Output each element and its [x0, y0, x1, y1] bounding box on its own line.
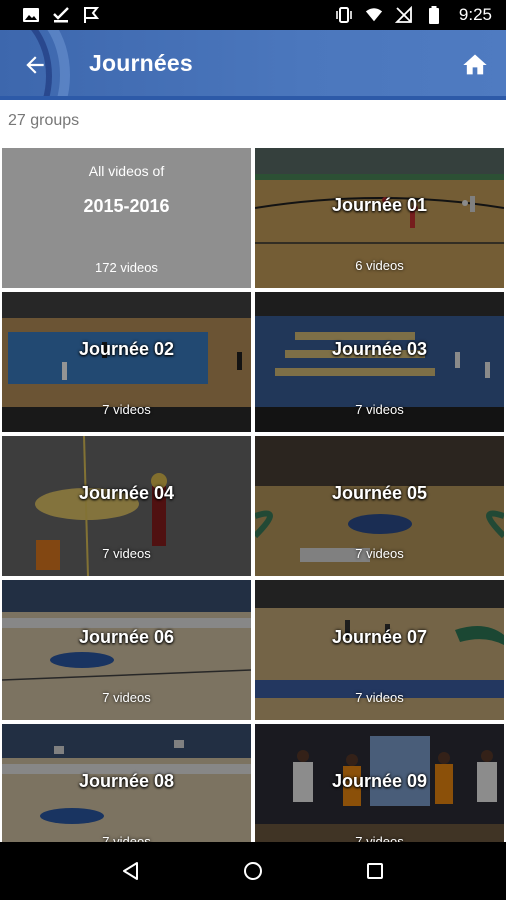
page-title: Journées [89, 50, 193, 76]
group-count-label: 7 videos [355, 546, 404, 561]
system-nav-bar [0, 842, 506, 900]
arrow-left-icon [26, 56, 44, 74]
all-videos-prefix: All videos of [88, 163, 165, 179]
group-count-label: 7 videos [355, 402, 404, 417]
check-download-icon [52, 6, 70, 24]
no-signal-icon [394, 6, 413, 24]
back-button[interactable] [20, 50, 50, 80]
nav-home-button[interactable] [233, 851, 273, 891]
group-tile[interactable]: Journée 02 7 videos [2, 292, 251, 432]
group-title: Journée 04 [78, 483, 175, 503]
all-videos-season: 2015-2016 [83, 196, 170, 216]
group-title: Journée 02 [78, 339, 175, 359]
group-count-label: 7 videos [102, 690, 151, 705]
group-tile[interactable]: Journée 04 7 videos [2, 436, 251, 576]
nav-back-button[interactable] [111, 851, 151, 891]
vibrate-icon [335, 6, 353, 24]
group-title: Journée 09 [331, 771, 428, 791]
group-title: Journée 06 [78, 627, 175, 647]
group-tile[interactable]: Journée 09 7 videos [255, 724, 504, 842]
group-title: Journée 07 [331, 627, 428, 647]
wifi-icon [365, 6, 383, 24]
battery-icon [425, 6, 443, 24]
nav-recents-icon [367, 863, 383, 879]
group-tile[interactable]: Journée 05 7 videos [255, 436, 504, 576]
group-title: Journée 01 [331, 195, 428, 215]
app-bar: Journées [0, 30, 506, 100]
groups-grid[interactable]: All videos of 2015-2016 172 videos Journ… [2, 148, 504, 842]
flag-icon [82, 6, 100, 24]
group-tile[interactable]: Journée 08 7 videos [2, 724, 251, 842]
group-title: Journée 08 [78, 771, 175, 791]
group-count-label: 7 videos [102, 546, 151, 561]
group-tile[interactable]: Journée 03 7 videos [255, 292, 504, 432]
group-count-label: 6 videos [355, 258, 404, 273]
group-count-label: 7 videos [102, 402, 151, 417]
status-bar: 9:25 [0, 0, 506, 30]
group-tile[interactable]: Journée 07 7 videos [255, 580, 504, 720]
group-count-label: 7 videos [355, 690, 404, 705]
app-bar-accent [0, 96, 506, 100]
group-count-label: 7 videos [102, 834, 151, 842]
all-videos-tile[interactable]: All videos of 2015-2016 172 videos [2, 148, 251, 288]
image-icon [22, 6, 40, 24]
all-videos-count: 172 videos [95, 260, 158, 275]
group-tile[interactable]: Journée 06 7 videos [2, 580, 251, 720]
home-icon [463, 54, 487, 75]
nav-home-icon [244, 862, 262, 880]
group-title: Journée 05 [331, 483, 428, 503]
group-count: 27 groups [8, 112, 80, 129]
status-time: 9:25 [458, 5, 492, 24]
group-title: Journée 03 [331, 339, 428, 359]
home-button[interactable] [460, 50, 490, 80]
group-count-label: 7 videos [355, 834, 404, 842]
nav-recents-button[interactable] [355, 851, 395, 891]
group-tile[interactable]: Journée 01 6 videos [255, 148, 504, 288]
nav-back-icon [123, 862, 138, 880]
